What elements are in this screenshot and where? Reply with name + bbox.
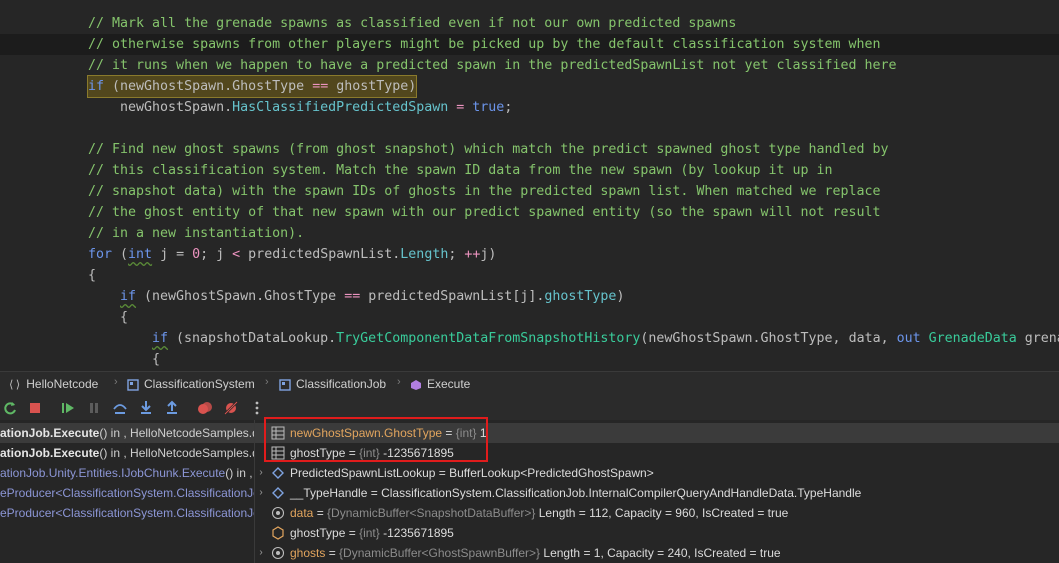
local-variable-icon [271,506,285,520]
variable-row[interactable]: › PredictedSpawnListLookup = BufferLooku… [255,463,1059,483]
more-options-icon[interactable] [249,400,265,416]
code-line-comment: // in a new instantiation). [0,223,1059,244]
variable-row[interactable]: data = {DynamicBuffer<SnapshotDataBuffer… [255,503,1059,523]
expand-icon[interactable]: › [255,543,267,563]
code-line-comment: // Mark all the grenade spawns as classi… [0,13,1059,34]
code-line-comment: // it runs when we happen to have a pred… [0,55,1059,76]
variable-row[interactable]: › __TypeHandle = ClassificationSystem.Cl… [255,483,1059,503]
debug-toolbar [0,396,1059,420]
code-line-if: if (snapshotDataLookup.TryGetComponentDa… [152,331,1059,346]
object-icon [272,487,284,499]
code-editor[interactable]: // Mark all the grenade spawns as classi… [0,0,1059,371]
highlighted-if-statement: if (newGhostSpawn.GhostType == ghostType… [86,75,418,98]
struct-icon [279,379,291,391]
code-comment: // otherwise spawns from other players m… [88,37,881,52]
variable-row[interactable]: ghostType = {int} -1235671895 [255,523,1059,543]
code-line-for: for (int j = 0; j < predictedSpawnList.L… [88,247,497,262]
breadcrumb-struct[interactable]: ClassificationJob [279,376,386,392]
highlight-box [264,417,488,462]
stack-frame[interactable]: eProducer<ClassificationSystem.Classific… [0,503,254,523]
class-icon [127,379,139,391]
expand-icon[interactable]: › [255,463,267,483]
call-stack-frames: ationJob.Execute() in , HelloNetcodeSamp… [0,420,255,563]
code-comment: // this classification system. Match the… [88,163,833,178]
namespace-icon: ⟨⟩ [8,377,22,391]
code-line-assign: newGhostSpawn.HasClassifiedPredictedSpaw… [120,100,513,115]
object-icon [272,467,284,479]
breadcrumb: ⟨⟩ HelloNetcode › ClassificationSystem › … [0,371,1059,397]
code-comment: // Mark all the grenade spawns as classi… [88,16,737,31]
step-over-icon[interactable] [112,400,128,416]
code-line-comment: // Find new ghost spawns (from ghost sna… [0,139,1059,160]
breadcrumb-separator: › [397,376,401,388]
breadcrumb-separator: › [114,376,118,388]
breadcrumb-method[interactable]: Execute [410,376,470,392]
code-comment: // Find new ghost spawns (from ghost sna… [88,142,889,157]
code-line-brace: { [88,268,97,283]
stop-icon[interactable] [27,400,43,416]
code-line-comment: // snapshot data) with the spawn IDs of … [0,181,1059,202]
breadcrumb-class[interactable]: ClassificationSystem [127,376,255,392]
stack-frame[interactable]: eProducer<ClassificationSystem.Classific… [0,483,254,503]
stack-frame[interactable]: ationJob.Unity.Entities.IJobChunk.Execut… [0,463,254,483]
code-comment: // in a new instantiation). [88,226,305,241]
code-comment: // snapshot data) with the spawn IDs of … [88,184,881,199]
step-out-icon[interactable] [164,400,180,416]
rerun-icon[interactable] [2,400,18,416]
expand-icon[interactable]: › [255,483,267,503]
code-line-comment: // the ghost entity of that new spawn wi… [0,202,1059,223]
code-comment: // the ghost entity of that new spawn wi… [88,205,881,220]
stack-frame[interactable]: ationJob.Execute() in , HelloNetcodeSamp… [0,443,254,463]
stack-frame[interactable]: ationJob.Execute() in , HelloNetcodeSamp… [0,423,254,443]
code-comment: // it runs when we happen to have a pred… [88,58,897,73]
breakpoints-icon[interactable] [197,400,213,416]
step-into-icon[interactable] [138,400,154,416]
code-line-brace: { [120,310,129,325]
code-line-brace: { [152,352,161,367]
variable-row[interactable]: › ghosts = {DynamicBuffer<GhostSpawnBuff… [255,543,1059,563]
code-line-if: if (newGhostSpawn.GhostType == ghostType… [0,75,1059,98]
code-line-current: // otherwise spawns from other players m… [0,34,1059,55]
local-variable-icon [271,546,285,560]
method-icon [411,379,421,390]
breadcrumb-namespace[interactable]: ⟨⟩ HelloNetcode [8,376,98,392]
breadcrumb-separator: › [265,376,269,388]
pause-icon[interactable] [86,400,102,416]
code-line-if: if (newGhostSpawn.GhostType == predicted… [120,289,625,304]
local-variable-icon [272,526,284,540]
code-line-comment: // this classification system. Match the… [0,160,1059,181]
resume-icon[interactable] [60,400,76,416]
mute-breakpoints-icon[interactable] [223,400,239,416]
